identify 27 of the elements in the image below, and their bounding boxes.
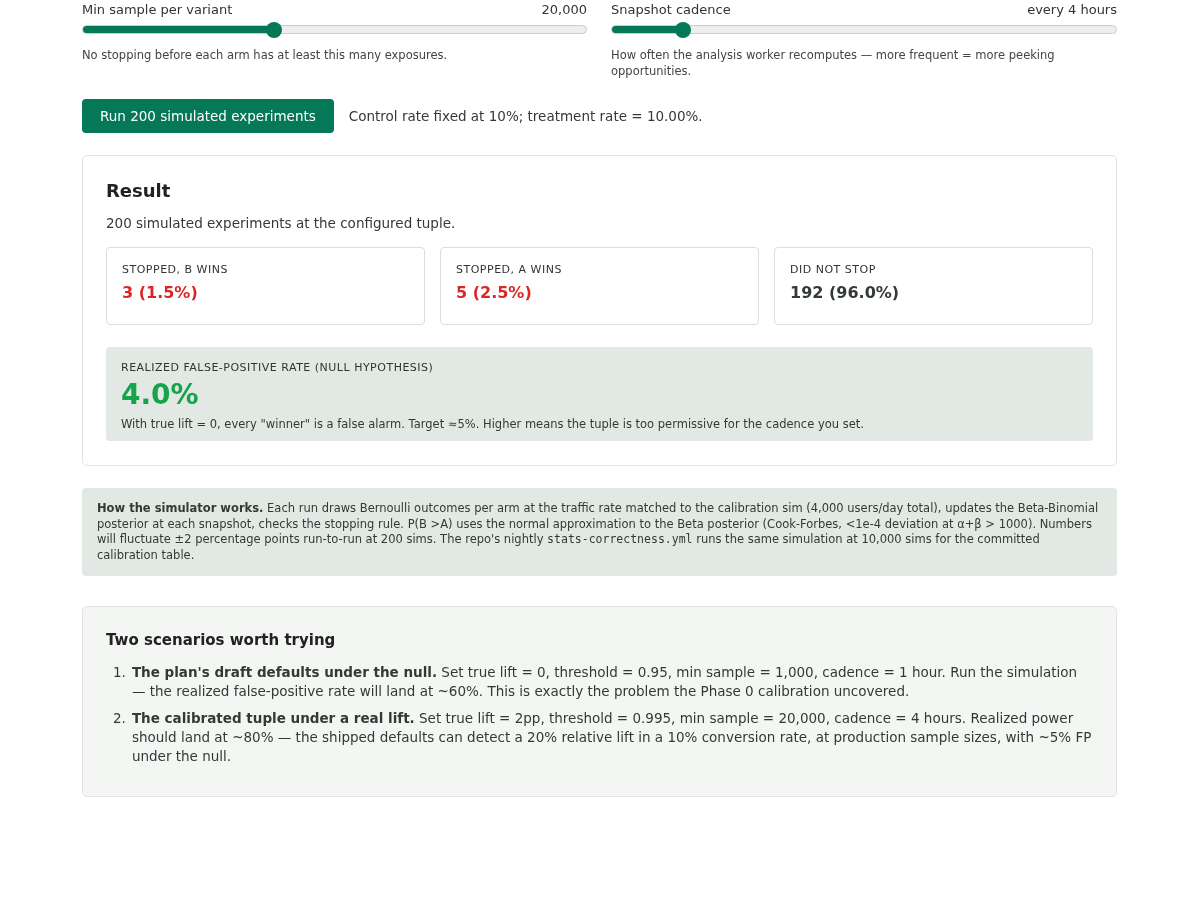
info-text: How the simulator works. Each run draws Bernoulli outcomes per arm at the traffic rate matched to the calibration sim (4,000 users/day total), updates the Beta-Binomial posterior at each snapshot, checks the stopping rule. P(B >A) uses the normal approximation to the Beta posterior (Cook-Forbes, <1e-4 deviation at α+β > 1000). Numbers will fluctuate ±2 percentage points run-to-run at 200 sims. The repo's nightly stats-correctness.yml runs the same simulation at 10,000 sims for the committed calibration table. bbox=[97, 501, 1100, 564]
fp-value: 4.0% bbox=[121, 378, 200, 412]
slider-value: every 4 hours bbox=[1027, 2, 1117, 17]
fp-label: REALIZED FALSE-POSITIVE RATE (NULL HYPOTHESIS) bbox=[121, 361, 435, 375]
slider-label: Min sample per variant bbox=[82, 2, 233, 17]
stat-label: DID NOT STOP bbox=[790, 263, 877, 277]
slider-value: 20,000 bbox=[541, 2, 587, 17]
slider-label: Snapshot cadence bbox=[611, 2, 731, 17]
stat-value: 3 (1.5%) bbox=[122, 283, 199, 303]
list-number: 2. bbox=[113, 708, 126, 728]
slider-help-text: No stopping before each arm has at least this many exposures. bbox=[82, 48, 449, 64]
run-button[interactable]: Run 200 simulated experiments bbox=[82, 99, 334, 134]
stat-label: STOPPED, A WINS bbox=[456, 263, 563, 277]
stat-value: 192 (96.0%) bbox=[790, 283, 901, 303]
stat-value: 5 (2.5%) bbox=[456, 283, 533, 303]
scenario-text: The calibrated tuple under a real lift. Set true lift = 2pp, threshold = 0.995, min sample = 20,000, cadence = 4 hours. Realized power should land at ~80% — the shipped defaults can detect a 20% relative lift in a 10% conversion rate, at production sample sizes, with ~5% FP under the null. bbox=[131, 708, 1093, 766]
slider-help-text: How often the analysis worker recomputes — more frequent = more peeking opportunities. bbox=[611, 48, 1056, 80]
result-subtitle: 200 simulated experiments at the configured tuple. bbox=[106, 215, 457, 232]
rate-note: Control rate fixed at 10%; treatment rate = 10.00%. bbox=[348, 108, 703, 125]
list-number: 1. bbox=[113, 663, 126, 683]
slider-thumb[interactable] bbox=[674, 22, 691, 38]
stat-label: STOPPED, B WINS bbox=[122, 263, 229, 277]
result-title: Result bbox=[106, 180, 172, 202]
slider-thumb[interactable] bbox=[266, 22, 283, 38]
scenario-text: The plan's draft defaults under the null. Set true lift = 0, threshold = 0.95, min sample = 1,000, cadence = 1 hour. Run the simulation — the realized false-positive rate will land at ~60%. This is exactly the problem the Phase 0 calibration uncovered. bbox=[131, 663, 1079, 701]
fp-note: With true lift = 0, every "winner" is a false alarm. Target ≈5%. Higher means the tuple is too permissive for the cadence you set. bbox=[121, 417, 865, 432]
scenarios-title: Two scenarios worth trying bbox=[106, 631, 337, 650]
